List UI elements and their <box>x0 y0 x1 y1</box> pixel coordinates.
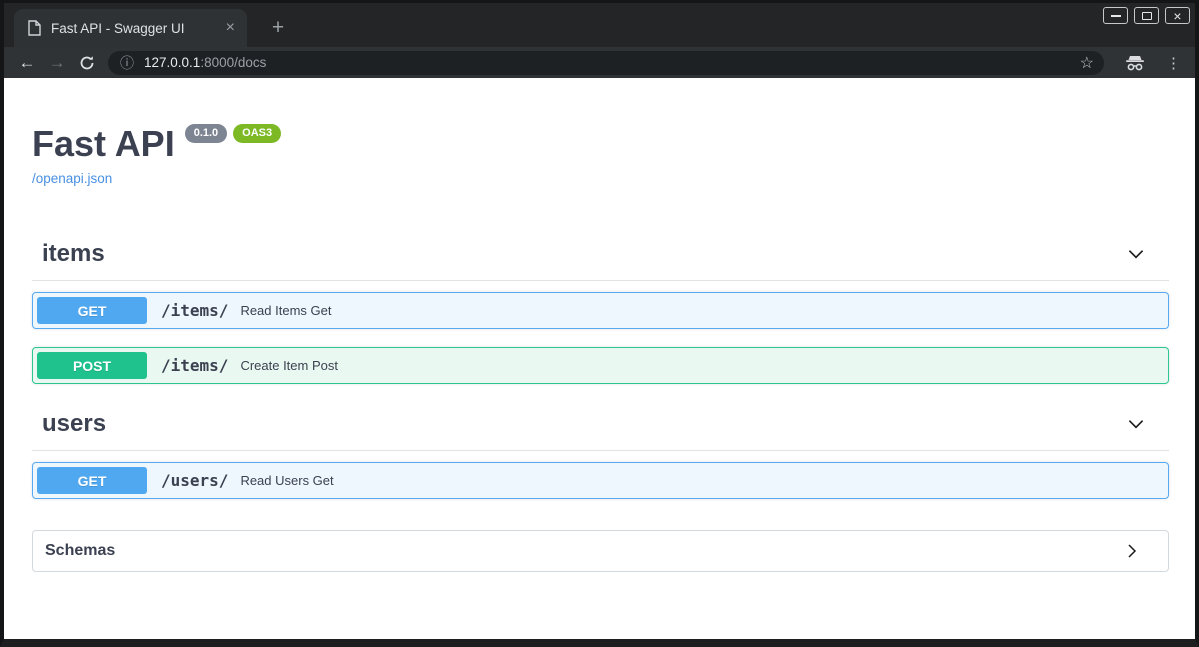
url-path: :8000/docs <box>200 55 267 70</box>
schemas-label: Schemas <box>45 542 116 559</box>
page-title: Fast API 0.1.0 OAS3 <box>32 123 1169 164</box>
site-info-icon[interactable]: ⓘ <box>120 53 134 73</box>
forward-icon[interactable]: → <box>42 53 72 73</box>
method-badge: GET <box>37 297 147 324</box>
window-controls: × <box>1103 7 1190 24</box>
section-items-header[interactable]: items <box>32 232 1169 281</box>
chevron-down-icon[interactable] <box>1113 243 1159 265</box>
address-bar[interactable]: ⓘ 127.0.0.1:8000/docs ☆ <box>108 50 1104 75</box>
endpoint-path: /items/ <box>161 301 229 320</box>
method-badge: GET <box>37 467 147 494</box>
section-users: users GET /users/ Read Users Get <box>32 402 1169 499</box>
section-users-header[interactable]: users <box>32 402 1169 451</box>
reload-icon[interactable] <box>72 55 102 71</box>
version-badge: 0.1.0 <box>184 124 228 144</box>
api-info: Fast API 0.1.0 OAS3 /openapi.json <box>32 123 1169 188</box>
titlebar: Fast API - Swagger UI × + × <box>4 3 1195 47</box>
url-host: 127.0.0.1 <box>144 55 201 70</box>
page-content: Fast API 0.1.0 OAS3 /openapi.json items <box>4 78 1195 639</box>
browser-window: Fast API - Swagger UI × + × ← → ⓘ 127.0.… <box>0 0 1199 647</box>
browser-toolbar: ← → ⓘ 127.0.0.1:8000/docs ☆ ⋮ <box>4 47 1195 78</box>
section-title: items <box>42 240 105 267</box>
new-tab-button[interactable]: + <box>266 17 290 41</box>
url-text: 127.0.0.1:8000/docs <box>144 55 1080 70</box>
oas3-badge: OAS3 <box>233 124 282 144</box>
endpoint-summary: Read Items Get <box>240 303 332 318</box>
endpoint-path: /users/ <box>161 471 229 490</box>
section-items: items GET /items/ Read Items Get POST /i… <box>32 232 1169 384</box>
tab-title: Fast API - Swagger UI <box>51 20 185 36</box>
minimize-icon <box>1110 14 1121 17</box>
schemas-section[interactable]: Schemas <box>32 530 1169 572</box>
openapi-spec-link[interactable]: /openapi.json <box>32 171 112 186</box>
endpoint-post-items[interactable]: POST /items/ Create Item Post <box>32 347 1169 384</box>
incognito-icon <box>1124 55 1146 71</box>
page-favicon-icon <box>27 20 41 36</box>
window-maximize-button[interactable] <box>1134 7 1159 24</box>
method-badge: POST <box>37 352 147 379</box>
chevron-down-icon[interactable] <box>1113 413 1159 435</box>
close-icon: × <box>1173 7 1182 24</box>
endpoint-summary: Read Users Get <box>240 473 334 488</box>
endpoint-get-items[interactable]: GET /items/ Read Items Get <box>32 292 1169 329</box>
chevron-right-icon[interactable] <box>1110 541 1154 561</box>
browser-tab[interactable]: Fast API - Swagger UI × <box>14 9 247 47</box>
back-icon[interactable]: ← <box>12 53 42 73</box>
api-title: Fast API <box>32 123 175 164</box>
endpoint-get-users[interactable]: GET /users/ Read Users Get <box>32 462 1169 499</box>
endpoint-path: /items/ <box>161 356 229 375</box>
browser-menu-icon[interactable]: ⋮ <box>1160 54 1187 72</box>
window-close-button[interactable]: × <box>1165 7 1190 24</box>
endpoint-summary: Create Item Post <box>240 358 338 373</box>
tab-close-icon[interactable]: × <box>222 19 239 37</box>
window-minimize-button[interactable] <box>1103 7 1128 24</box>
maximize-icon <box>1141 11 1152 20</box>
bookmark-star-icon[interactable]: ☆ <box>1080 53 1094 73</box>
section-title: users <box>42 410 107 437</box>
